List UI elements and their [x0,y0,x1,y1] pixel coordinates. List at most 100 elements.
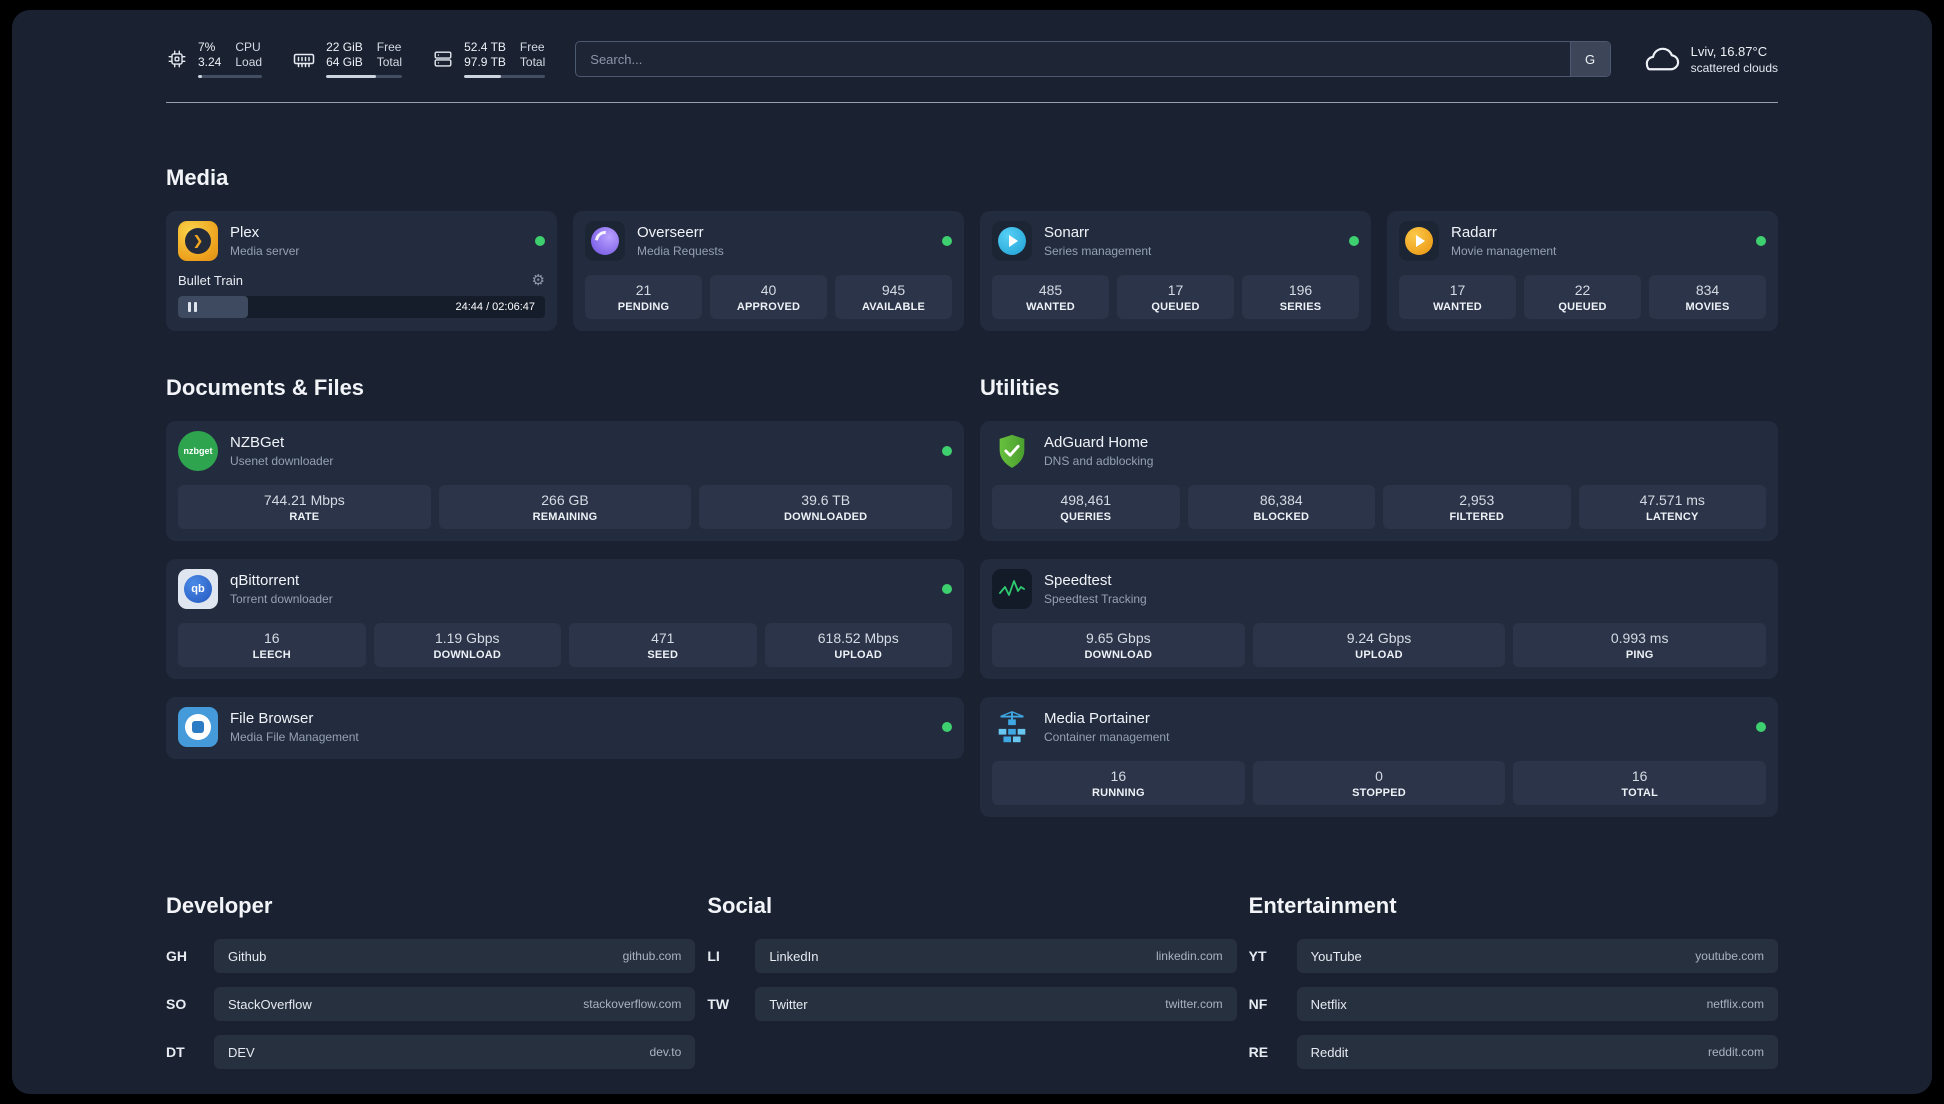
search-input[interactable] [576,42,1570,76]
cloud-icon [1645,47,1679,70]
radarr-card[interactable]: Radarr Movie management 17 WANTED 22 QUE… [1387,211,1778,331]
stat-value: 2,953 [1459,492,1495,508]
stat-value: 16 [263,630,280,646]
speedtest-card[interactable]: Speedtest Speedtest Tracking 9.65 Gbps D… [980,559,1778,679]
stat-tile: 40 APPROVED [710,275,827,319]
stat-label: UPLOAD [834,649,883,661]
stat-label: DOWNLOADED [784,511,868,523]
stat-label: STOPPED [1352,787,1406,799]
cpu-label-1: CPU [235,40,261,54]
utilities-section-title: Utilities [980,375,1060,400]
stat-label: PENDING [617,301,670,313]
stat-value: 40 [760,282,777,298]
bookmark-name: YouTube [1310,948,1362,964]
bookmark-abbr: NF [1248,996,1268,1012]
entertainment-section-title: Entertainment [1248,893,1397,918]
playback-time: 24:44 / 02:06:47 [455,301,535,313]
stat-label: WANTED [1026,301,1075,313]
bookmark-name: Netflix [1310,996,1347,1012]
status-dot [1756,722,1766,732]
stat-value: 0 [1375,768,1383,784]
bookmark-url: dev.to [649,1045,682,1059]
stat-tile: 618.52 Mbps UPLOAD [764,623,952,667]
section-utilities: Utilities AdGuard Home DNS and adblockin… [980,375,1778,817]
storage-icon [434,51,452,67]
app-desc: Torrent downloader [230,592,333,606]
bookmark-url: reddit.com [1707,1045,1764,1059]
stat-tile: 86,384 BLOCKED [1187,485,1375,529]
app-name: File Browser [230,710,314,727]
bookmark-link-twitter[interactable]: Twitter twitter.com [755,987,1237,1021]
app-desc: Movie management [1451,244,1557,258]
plex-card[interactable]: ❯ Plex Media server Bullet Train ⚙ 24:44… [166,211,557,331]
stat-tile: 16 TOTAL [1513,761,1767,805]
overseerr-card[interactable]: Overseerr Media Requests 21 PENDING 40 A… [573,211,964,331]
cpu-load-value: 3.24 [198,55,222,69]
app-desc: DNS and adblocking [1044,454,1154,468]
topbar-divider [166,102,1778,103]
app-name: Sonarr [1044,224,1090,241]
bookmark-link-youtube[interactable]: YouTube youtube.com [1296,939,1778,973]
stat-value: 16 [1110,768,1127,784]
adguard-icon [992,431,1032,471]
stat-tile: 945 AVAILABLE [835,275,952,319]
app-desc: Media server [230,244,300,258]
filebrowser-card[interactable]: File Browser Media File Management [166,697,964,759]
bookmark-link-github[interactable]: Github github.com [214,939,696,973]
stat-value: 485 [1038,282,1063,298]
gear-icon[interactable]: ⚙ [532,273,545,288]
bookmark-abbr: TW [707,996,730,1012]
adguard-card[interactable]: AdGuard Home DNS and adblocking 498,461 … [980,421,1778,541]
bookmark-abbr: RE [1248,1044,1269,1060]
memory-widget: 22 GiB 64 GiB Free Total [292,40,403,78]
bookmark-name: DEV [228,1044,255,1060]
stat-tile: 21 PENDING [585,275,702,319]
stat-value: 945 [881,282,906,298]
stat-value: 9.65 Gbps [1086,630,1151,646]
stat-label: LATENCY [1645,511,1699,523]
app-name: AdGuard Home [1044,434,1149,451]
nzbget-card[interactable]: nzbget NZBGet Usenet downloader 744.21 M… [166,421,964,541]
bookmark-link-dev[interactable]: DEV dev.to [214,1035,696,1069]
bookmark-name: Reddit [1310,1044,1349,1060]
storage-label-2: Total [519,55,546,69]
app-name: NZBGet [230,434,285,451]
stat-label: FILTERED [1449,511,1505,523]
bookmark-link-linkedin[interactable]: LinkedIn linkedin.com [755,939,1237,973]
storage-widget: 52.4 TB 97.9 TB Free Total [432,40,546,78]
section-social: Social LI LinkedIn linkedin.com TW Twitt… [707,893,1237,1083]
bookmark-link-netflix[interactable]: Netflix netflix.com [1296,987,1778,1021]
stat-label: APPROVED [736,301,801,313]
stat-label: TOTAL [1621,787,1658,799]
bookmark-row: SO StackOverflow stackoverflow.com [166,987,696,1021]
qbittorrent-card[interactable]: qb qBittorrent Torrent downloader 16 LEE… [166,559,964,679]
stat-label: QUEUED [1151,301,1200,313]
stat-label: UPLOAD [1355,649,1403,661]
status-dot [942,236,952,246]
stat-label: RATE [289,511,320,523]
pause-icon[interactable] [178,302,197,312]
app-name: Overseerr [637,224,704,241]
stat-value: 17 [1449,282,1466,298]
playback-progress-bar[interactable]: 24:44 / 02:06:47 [178,296,545,318]
stat-value: 16 [1631,768,1648,784]
bookmark-link-reddit[interactable]: Reddit reddit.com [1296,1035,1778,1069]
bookmark-abbr: SO [166,996,187,1012]
portainer-icon [992,707,1032,747]
portainer-card[interactable]: Media Portainer Container management 16 … [980,697,1778,817]
stat-tile: 744.21 Mbps RATE [178,485,431,529]
memory-usage-bar [326,75,403,78]
bookmark-link-stackoverflow[interactable]: StackOverflow stackoverflow.com [214,987,696,1021]
sonarr-card[interactable]: Sonarr Series management 485 WANTED 17 Q… [980,211,1371,331]
stat-tile: 2,953 FILTERED [1383,485,1571,529]
cpu-label-2: Load [235,55,263,69]
bookmark-url: twitter.com [1165,997,1223,1011]
app-desc: Container management [1044,730,1170,744]
filebrowser-icon [178,707,218,747]
stat-tile: 47.571 ms LATENCY [1578,485,1766,529]
stat-tile: 9.65 Gbps DOWNLOAD [992,623,1245,667]
stat-label: BLOCKED [1253,511,1310,523]
search-engine-button[interactable]: G [1569,42,1610,76]
stat-value: 471 [651,630,675,646]
section-entertainment: Entertainment YT YouTube youtube.com NF … [1249,893,1778,1083]
